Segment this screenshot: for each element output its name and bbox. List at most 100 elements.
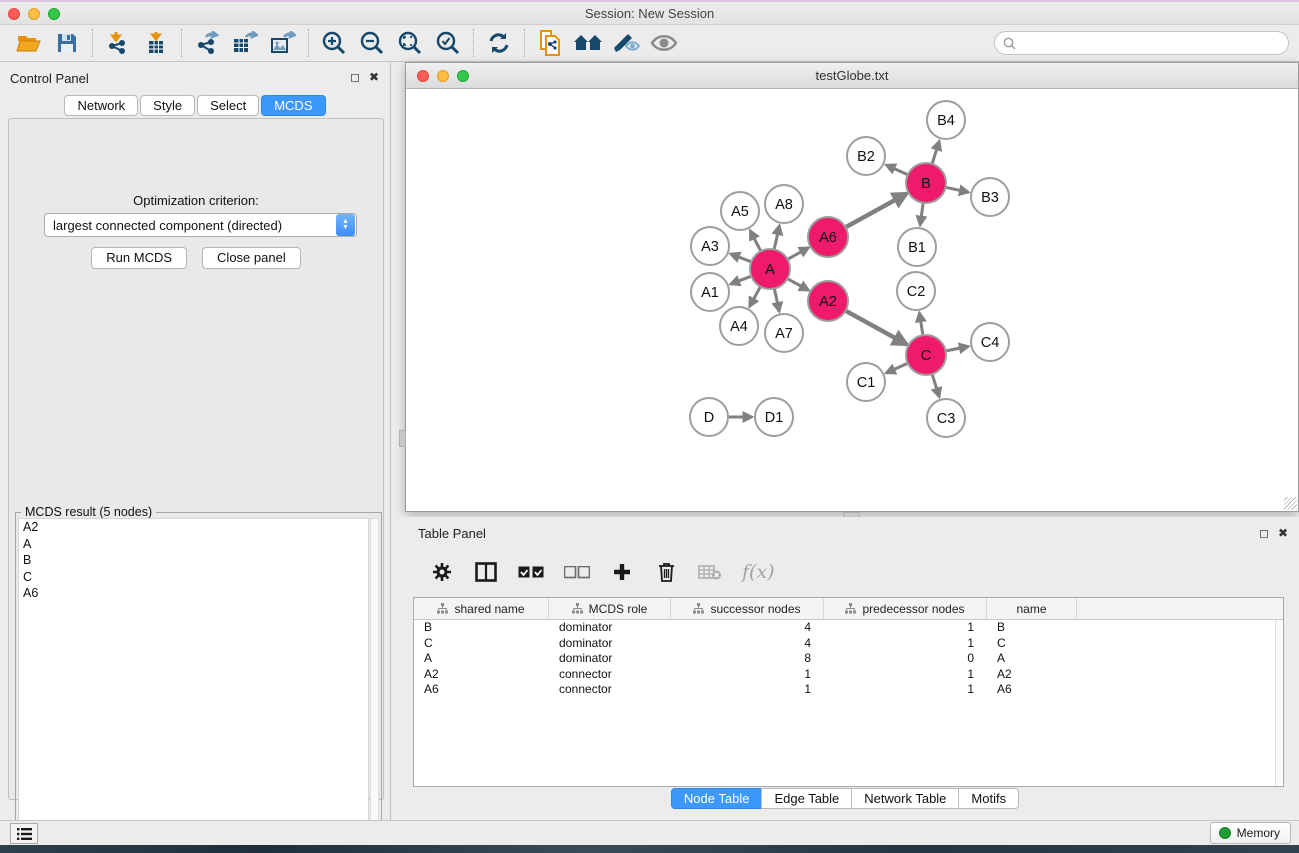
table-cell[interactable]: C: [414, 636, 549, 652]
tab-style[interactable]: Style: [140, 95, 195, 116]
export-network-button[interactable]: [188, 27, 226, 59]
zoom-out-button[interactable]: [353, 27, 391, 59]
graph-edge-B-B2[interactable]: [886, 165, 908, 175]
search-field[interactable]: [994, 31, 1289, 55]
search-input[interactable]: [1021, 36, 1288, 50]
tab-network[interactable]: Network: [64, 95, 138, 116]
table-cell[interactable]: connector: [549, 682, 671, 698]
import-network-button[interactable]: [99, 27, 137, 59]
graph-edge-A-A1[interactable]: [731, 276, 752, 284]
select-all-button[interactable]: [518, 559, 544, 585]
table-cell[interactable]: 1: [824, 667, 987, 683]
settings-gear-button[interactable]: [430, 559, 454, 585]
graph-edge-A-A3[interactable]: [731, 254, 752, 262]
close-panel-icon[interactable]: ✖: [369, 71, 379, 83]
table-cell[interactable]: 1: [824, 682, 987, 698]
mcds-result-item[interactable]: B: [19, 552, 368, 569]
graph-edge-A-A4[interactable]: [750, 287, 761, 307]
table-row[interactable]: Cdominator41C: [414, 636, 1283, 652]
mcds-result-scrollbar[interactable]: [370, 518, 379, 851]
tab-motifs[interactable]: Motifs: [958, 788, 1019, 809]
optimization-criterion-select[interactable]: largest connected component (directed) ▲…: [44, 213, 357, 237]
task-history-button[interactable]: [10, 823, 38, 844]
column-header-shared-name[interactable]: shared name: [414, 598, 549, 619]
memory-button[interactable]: Memory: [1210, 822, 1291, 844]
graph-edge-A-A8[interactable]: [774, 226, 779, 250]
graph-edge-B-B1[interactable]: [920, 203, 923, 225]
graph-edge-A-A2[interactable]: [788, 279, 809, 291]
duplicate-network-button[interactable]: [531, 27, 569, 59]
mcds-result-item[interactable]: C: [19, 569, 368, 586]
table-cell[interactable]: 1: [671, 667, 824, 683]
table-cell[interactable]: 1: [824, 620, 987, 636]
table-cell[interactable]: A: [414, 651, 549, 667]
show-column-button[interactable]: [474, 559, 498, 585]
float-table-panel-icon[interactable]: ◻: [1259, 527, 1269, 539]
table-scrollbar[interactable]: [1275, 620, 1283, 786]
network-canvas[interactable]: B4B2BB3A8A5A6A3B1AA1C2A2A4A7C4CC1C3DD1: [406, 89, 1298, 511]
table-cell[interactable]: 0: [824, 651, 987, 667]
table-cell[interactable]: 8: [671, 651, 824, 667]
tab-select[interactable]: Select: [197, 95, 259, 116]
table-cell[interactable]: 4: [671, 636, 824, 652]
graph-edge-A2-C[interactable]: [846, 311, 907, 345]
graph-edge-C-C3[interactable]: [932, 374, 939, 397]
table-cell[interactable]: 4: [671, 620, 824, 636]
run-mcds-button[interactable]: Run MCDS: [91, 247, 187, 269]
table-row[interactable]: A6connector11A6: [414, 682, 1283, 698]
table-cell[interactable]: A2: [987, 667, 1077, 683]
refresh-button[interactable]: [480, 27, 518, 59]
column-header-name[interactable]: name: [987, 598, 1077, 619]
function-builder-button[interactable]: f(x): [742, 559, 775, 585]
zoom-in-button[interactable]: [315, 27, 353, 59]
tab-edge-table[interactable]: Edge Table: [761, 788, 852, 809]
table-cell[interactable]: B: [987, 620, 1077, 636]
graph-edge-A-A6[interactable]: [788, 248, 809, 260]
import-table-button[interactable]: [137, 27, 175, 59]
close-panel-button[interactable]: Close panel: [202, 247, 301, 269]
graph-edge-B-B3[interactable]: [946, 187, 969, 192]
style-preview-button[interactable]: [607, 27, 645, 59]
graph-edge-C-C2[interactable]: [919, 313, 923, 336]
table-cell[interactable]: 1: [671, 682, 824, 698]
column-header-predecessor-nodes[interactable]: predecessor nodes: [824, 598, 987, 619]
graph-edge-A-A5[interactable]: [750, 231, 761, 252]
horizontal-splitter-handle[interactable]: [399, 430, 406, 447]
column-header-MCDS-role[interactable]: MCDS role: [549, 598, 671, 619]
table-cell[interactable]: dominator: [549, 651, 671, 667]
table-cell[interactable]: dominator: [549, 620, 671, 636]
home-button[interactable]: [569, 27, 607, 59]
open-session-button[interactable]: [10, 27, 48, 59]
graph-edge-A6-B[interactable]: [846, 194, 907, 228]
tab-network-table[interactable]: Network Table: [851, 788, 959, 809]
zoom-selected-button[interactable]: [429, 27, 467, 59]
mcds-result-item[interactable]: A6: [19, 585, 368, 602]
float-panel-icon[interactable]: ◻: [350, 71, 360, 83]
show-hide-button[interactable]: [645, 27, 683, 59]
delete-column-button[interactable]: [654, 559, 678, 585]
table-cell[interactable]: B: [414, 620, 549, 636]
graph-edge-B-B4[interactable]: [932, 141, 939, 164]
table-cell[interactable]: A: [987, 651, 1077, 667]
mcds-result-item[interactable]: A: [19, 536, 368, 553]
deselect-all-button[interactable]: [564, 559, 590, 585]
table-cell[interactable]: A6: [414, 682, 549, 698]
table-row[interactable]: Bdominator41B: [414, 620, 1283, 636]
table-cell[interactable]: A6: [987, 682, 1077, 698]
export-image-button[interactable]: [264, 27, 302, 59]
table-cell[interactable]: dominator: [549, 636, 671, 652]
table-cell[interactable]: 1: [824, 636, 987, 652]
tab-node-table[interactable]: Node Table: [671, 788, 763, 809]
column-header-successor-nodes[interactable]: successor nodes: [671, 598, 824, 619]
table-cell[interactable]: C: [987, 636, 1077, 652]
mcds-result-item[interactable]: A2: [19, 519, 368, 536]
add-column-button[interactable]: [610, 559, 634, 585]
graph-edge-A-A7[interactable]: [774, 289, 779, 312]
table-row[interactable]: A2connector11A2: [414, 667, 1283, 683]
graph-edge-C-C1[interactable]: [886, 363, 908, 373]
close-table-panel-icon[interactable]: ✖: [1278, 527, 1288, 539]
zoom-fit-button[interactable]: [391, 27, 429, 59]
table-row[interactable]: Adominator80A: [414, 651, 1283, 667]
table-cell[interactable]: connector: [549, 667, 671, 683]
table-cell[interactable]: A2: [414, 667, 549, 683]
